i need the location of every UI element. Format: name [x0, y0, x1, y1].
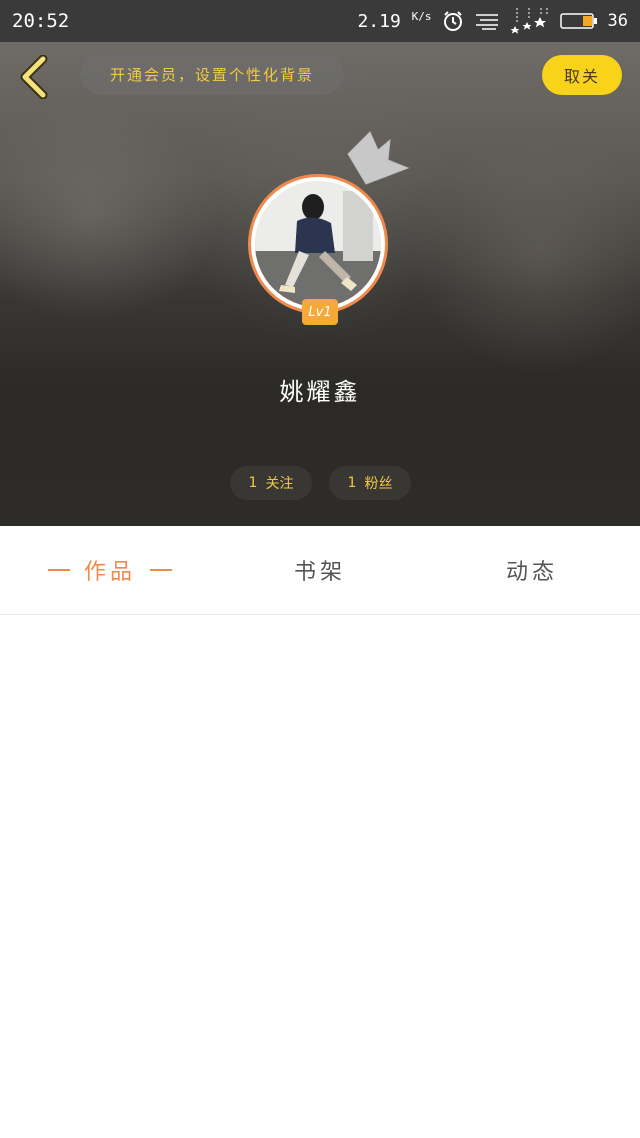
profile-tab-bar: 作品 书架 动态 [0, 526, 640, 615]
unfollow-button-label: 取关 [563, 67, 600, 86]
header-background-blur-right [410, 132, 640, 372]
active-tab-dash-left [47, 569, 70, 571]
fans-label: 粉丝 [364, 476, 393, 492]
tab-works-label: 作品 [83, 560, 136, 585]
following-button[interactable]: 1 关注 [230, 466, 312, 500]
active-tab-dash-right [150, 569, 172, 571]
back-button[interactable] [14, 54, 54, 100]
battery-level: 36 [607, 11, 628, 31]
vip-banner-text: 开通会员，设置个性化背景 [109, 65, 314, 84]
battery-icon [559, 12, 598, 30]
status-bar: 20:52 2.19 K/s 36 [0, 0, 640, 42]
status-time: 20:52 [12, 10, 70, 32]
following-count: 1 [248, 475, 258, 491]
tab-content-area [0, 615, 640, 1138]
status-icons: 2.19 K/s 36 [357, 8, 628, 34]
fans-count: 1 [347, 475, 357, 491]
tab-activity-label: 动态 [505, 560, 558, 585]
net-speed-unit: K/s [411, 10, 432, 23]
tab-activity[interactable]: 动态 [452, 526, 612, 614]
unfollow-button[interactable]: 取关 [542, 55, 622, 95]
tab-bookshelf-label: 书架 [293, 560, 346, 585]
header-background-blur [0, 102, 220, 322]
tab-bookshelf[interactable]: 书架 [240, 526, 400, 614]
net-speed: 2.19 K/s [357, 10, 431, 32]
avatar[interactable] [248, 174, 388, 314]
tab-works[interactable]: 作品 [30, 526, 190, 614]
net-speed-value: 2.19 [357, 11, 401, 32]
menu-lines-icon [474, 12, 500, 30]
following-label: 关注 [265, 476, 294, 492]
avatar-photo [255, 181, 381, 307]
chevron-left-icon [20, 55, 48, 99]
fans-button[interactable]: 1 粉丝 [329, 466, 411, 500]
profile-header: 开通会员，设置个性化背景 取关 Lv1 姚耀鑫 1 关注 1 粉丝 [0, 42, 640, 526]
alarm-icon [442, 10, 464, 32]
level-badge: Lv1 [302, 299, 338, 325]
signal-icon [510, 8, 550, 34]
vip-upgrade-banner[interactable]: 开通会员，设置个性化背景 [80, 53, 344, 95]
username: 姚耀鑫 [279, 378, 361, 406]
